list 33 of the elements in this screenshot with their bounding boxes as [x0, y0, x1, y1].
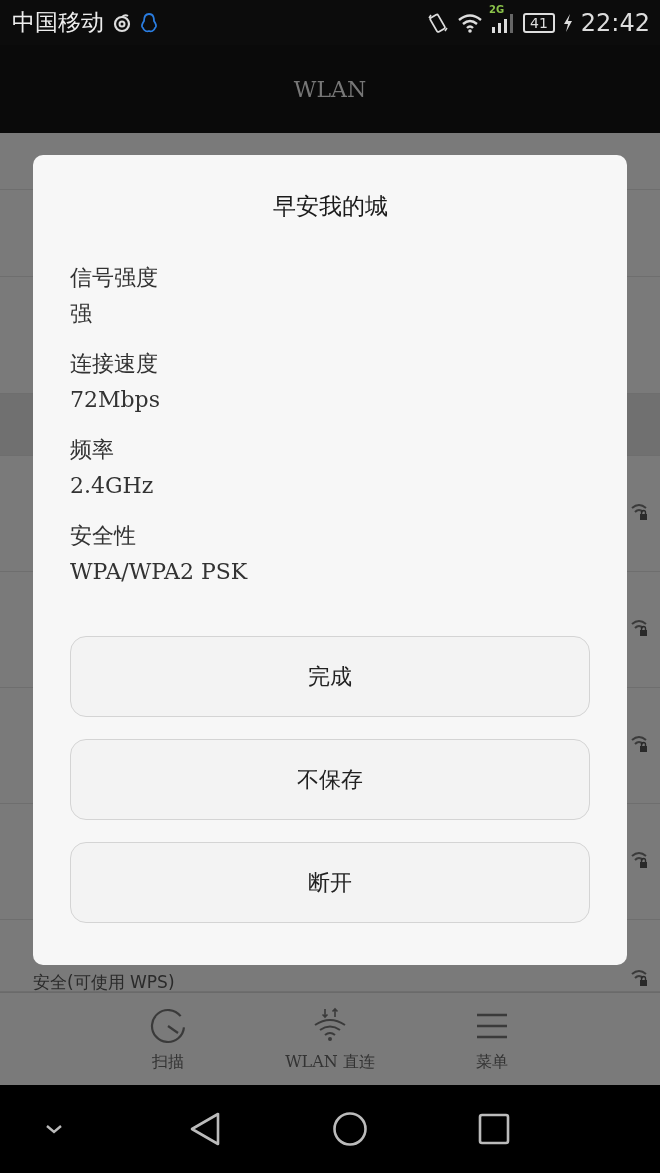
field-value: 72Mbps [70, 386, 160, 414]
field-value: WPA/WPA2 PSK [70, 558, 248, 586]
dialog-title: 早安我的城 [271, 192, 389, 221]
field-label: 安全性 [70, 522, 136, 550]
back-icon[interactable] [188, 1111, 222, 1147]
wifi-lock-icon [630, 618, 648, 637]
charging-icon [562, 12, 573, 33]
dialog-button[interactable]: 不保存 [70, 739, 590, 820]
wifi-lock-icon [630, 850, 648, 869]
signal-icon [491, 12, 515, 33]
carrier-name: 中国移动 [12, 8, 104, 37]
recents-icon[interactable] [478, 1113, 510, 1145]
dialog-button[interactable]: 断开 [70, 842, 590, 923]
battery-indicator: 41 [523, 12, 555, 33]
field-value: 2.4GHz [70, 472, 154, 500]
wifi-lock-icon [630, 969, 648, 987]
vibrate-icon [427, 11, 449, 34]
wifi-icon [457, 12, 483, 33]
network-type: 2G [489, 3, 505, 15]
swirl-icon [112, 12, 132, 33]
wifi-lock-icon [630, 734, 648, 753]
wifi-lock-icon [630, 502, 648, 521]
home-icon[interactable] [332, 1111, 368, 1147]
penguin-icon [140, 11, 158, 34]
hide-icon[interactable] [44, 1123, 64, 1135]
field-label: 频率 [70, 436, 114, 464]
clock-time: 22:42 [580, 8, 650, 37]
network-security: 安全(可使用 WPS) [33, 973, 175, 991]
field-value: 强 [70, 300, 92, 328]
screen-title: WLAN [293, 76, 367, 102]
dialog-button[interactable]: 完成 [70, 636, 590, 717]
field-label: 信号强度 [70, 264, 158, 292]
field-label: 连接速度 [70, 350, 158, 378]
